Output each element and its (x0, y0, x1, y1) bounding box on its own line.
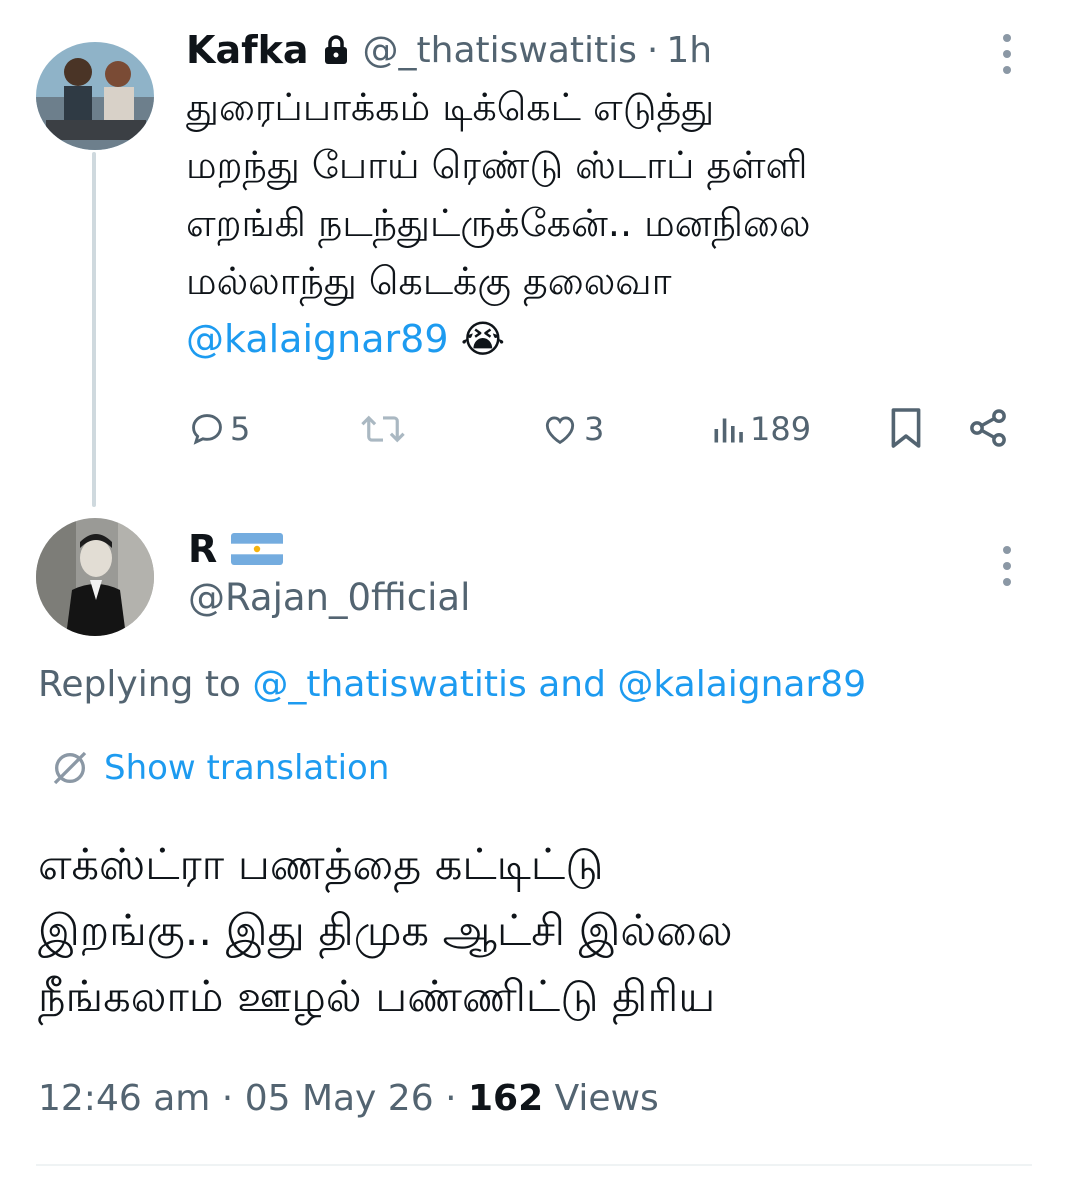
mention-link[interactable]: @kalaignar89 (186, 317, 449, 361)
reply-icon (188, 410, 226, 448)
text-line: இறங்கு.. இது திமுக ஆட்சி இல்லை (38, 906, 733, 956)
text-line: மறந்து போய் ரெண்டு ஸ்டாப் தள்ளி (186, 143, 808, 187)
text-line: எறங்கி நடந்துட்ருக்கேன்.. மனநிலை (186, 201, 811, 245)
replying-user-link[interactable]: @_thatiswatitis (252, 664, 526, 705)
more-options-icon[interactable] (1003, 546, 1011, 586)
handle[interactable]: @Rajan_0fficial (188, 576, 470, 619)
share-icon[interactable] (966, 406, 1010, 454)
tweet-time[interactable]: 1h (666, 30, 712, 71)
tweet-meta: 12:46 am · 05 May 26 · 162 Views (38, 1078, 659, 1119)
bookmark-icon[interactable] (888, 406, 924, 454)
views-count: 189 (750, 410, 812, 448)
tweet-time[interactable]: 12:46 am (38, 1078, 210, 1119)
text-line: நீங்கலாம் ஊழல் பண்ணிட்டு திரிய (38, 972, 716, 1022)
parent-header: Kafka @_thatiswatitis · 1h (186, 22, 712, 78)
more-options-icon[interactable] (1003, 34, 1011, 74)
argentina-flag-icon (231, 533, 284, 565)
tweet-date[interactable]: 05 May 26 (245, 1078, 434, 1119)
reply-button[interactable]: 5 (188, 408, 250, 450)
separator-dot: · (221, 1078, 234, 1119)
like-count: 3 (584, 410, 605, 448)
handle[interactable]: @_thatiswatitis (363, 30, 637, 71)
text-line: துரைப்பாக்கம் டிக்கெட் எடுத்து (186, 85, 715, 129)
crying-emoji: 😭 (460, 317, 505, 361)
retweet-icon (358, 410, 408, 448)
translate-globe-icon (50, 748, 90, 788)
like-button[interactable]: 3 (540, 408, 604, 450)
replying-prefix: Replying to (38, 664, 241, 705)
analytics-icon (710, 410, 746, 448)
display-name[interactable]: R (188, 527, 217, 571)
text-line: மல்லாந்து கெடக்கு தலைவா (186, 259, 672, 303)
views-count: 162 (467, 1078, 544, 1119)
avatar-kafka[interactable] (36, 42, 154, 150)
avatar-rajan[interactable] (36, 518, 154, 636)
reply-header: R (188, 524, 284, 574)
show-translation-label: Show translation (104, 748, 390, 788)
replying-to: Replying to @_thatiswatitis and @kalaign… (38, 664, 866, 705)
show-translation-button[interactable]: Show translation (50, 744, 389, 792)
views-label: Views (554, 1078, 659, 1119)
replying-user-link[interactable]: @kalaignar89 (617, 664, 866, 705)
heart-icon (540, 410, 580, 448)
thread-line (92, 152, 96, 507)
display-name[interactable]: Kafka (186, 28, 309, 72)
replying-and: and (538, 664, 606, 705)
retweet-button[interactable] (358, 408, 408, 450)
reply-tweet-text: எக்ஸ்ட்ரா பணத்தை கட்டிட்டு இறங்கு.. இது … (38, 832, 1048, 1030)
separator-dot: · (445, 1078, 457, 1119)
separator-dot: · (646, 29, 659, 71)
reply-count: 5 (230, 410, 251, 448)
lock-icon (323, 35, 349, 65)
views-button[interactable]: 189 (710, 408, 811, 450)
text-line: எக்ஸ்ட்ரா பணத்தை கட்டிட்டு (38, 840, 604, 890)
parent-tweet-text: துரைப்பாக்கம் டிக்கெட் எடுத்து மறந்து போ… (186, 78, 1046, 368)
divider (36, 1164, 1032, 1166)
